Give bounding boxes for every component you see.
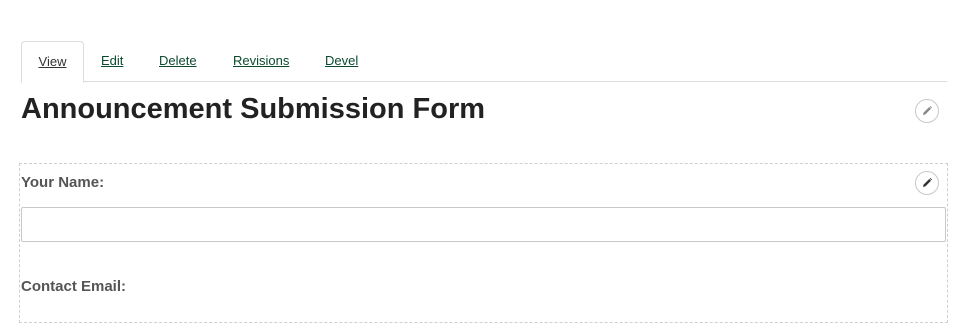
tab-view[interactable]: View: [21, 41, 84, 83]
page-title: Announcement Submission Form: [21, 93, 486, 125]
pencil-icon: [923, 177, 933, 187]
tab-delete[interactable]: Delete: [159, 41, 197, 82]
title-edit-button[interactable]: [915, 99, 939, 123]
form-region: [19, 163, 948, 323]
primary-tabs: View Edit Delete Revisions Devel: [21, 41, 947, 83]
form-edit-button[interactable]: [915, 171, 939, 195]
name-field[interactable]: [21, 207, 946, 242]
name-label: Your Name:: [21, 174, 105, 191]
tab-devel[interactable]: Devel: [325, 41, 358, 82]
pencil-icon: [923, 105, 933, 115]
tab-revisions[interactable]: Revisions: [233, 41, 289, 82]
tab-edit[interactable]: Edit: [101, 41, 123, 82]
email-label: Contact Email:: [21, 278, 127, 295]
